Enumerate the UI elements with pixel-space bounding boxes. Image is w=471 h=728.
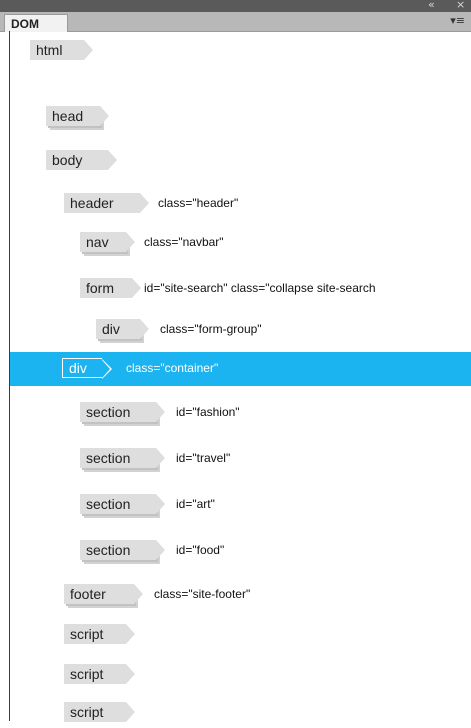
tag-label[interactable]: section: [80, 494, 169, 516]
tag-label[interactable]: header: [64, 193, 149, 213]
tree-row-section-travel[interactable]: section id="travel": [10, 444, 471, 474]
tree-row-div-container-selected[interactable]: div class="container": [10, 352, 471, 386]
tree-row-nav[interactable]: nav class="navbar": [10, 228, 471, 258]
tab-dom-label: DOM: [11, 17, 39, 31]
tag-label[interactable]: div: [62, 358, 112, 379]
panel-titlebar: « ×: [0, 0, 471, 12]
tag-label[interactable]: script: [64, 702, 135, 722]
tree-row-script[interactable]: script: [10, 698, 471, 728]
tree-row-div-form-group[interactable]: div class="form-group": [10, 315, 471, 345]
tag-attributes: id="site-search" class="collapse site-se…: [144, 281, 376, 295]
tag-label[interactable]: html: [30, 40, 93, 60]
tree-row-html[interactable]: html: [10, 36, 471, 66]
tree-row-section-fashion[interactable]: section id="fashion": [10, 398, 471, 428]
close-icon[interactable]: ×: [456, 0, 465, 12]
tree-row-form[interactable]: form id="site-search" class="collapse si…: [10, 274, 471, 304]
tree-row-section-food[interactable]: section id="food": [10, 536, 471, 566]
tree-row-header[interactable]: header class="header": [10, 189, 471, 219]
tree-row-script[interactable]: script: [10, 660, 471, 690]
tag-attributes: id="art": [176, 497, 215, 511]
tree-row-section-art[interactable]: section id="art": [10, 490, 471, 520]
tag-label[interactable]: script: [64, 624, 135, 644]
tree-row-body[interactable]: body: [10, 146, 471, 176]
tag-label[interactable]: nav: [80, 232, 139, 254]
tree-row-script[interactable]: script: [10, 620, 471, 650]
tag-attributes: class="navbar": [144, 235, 224, 249]
tag-label[interactable]: section: [80, 540, 169, 562]
tag-attributes: class="header": [158, 196, 239, 210]
tab-bar: DOM ▾≡: [0, 12, 471, 32]
tag-label[interactable]: footer: [64, 584, 147, 606]
tag-attributes: id="fashion": [176, 405, 240, 419]
tag-label[interactable]: body: [46, 150, 117, 170]
tag-label[interactable]: section: [80, 402, 169, 424]
tag-attributes: id="travel": [176, 451, 231, 465]
tag-label[interactable]: head: [46, 106, 113, 128]
tag-attributes: class="form-group": [160, 322, 262, 336]
panel-menu-icon[interactable]: ▾≡: [450, 14, 465, 27]
tag-label[interactable]: div: [96, 319, 153, 341]
tag-label[interactable]: form: [80, 278, 141, 298]
tag-label[interactable]: section: [80, 448, 169, 470]
tree-row-head[interactable]: head: [10, 102, 471, 132]
tag-label[interactable]: script: [64, 664, 135, 684]
tab-dom[interactable]: DOM: [4, 14, 68, 32]
tag-attributes: class="site-footer": [154, 587, 251, 601]
dom-tree: html head body header class="header" nav…: [10, 32, 471, 722]
tree-row-footer[interactable]: footer class="site-footer": [10, 580, 471, 610]
tag-attributes: id="food": [176, 543, 225, 557]
tag-attributes: class="container": [126, 361, 219, 375]
collapse-icon[interactable]: «: [428, 0, 435, 12]
